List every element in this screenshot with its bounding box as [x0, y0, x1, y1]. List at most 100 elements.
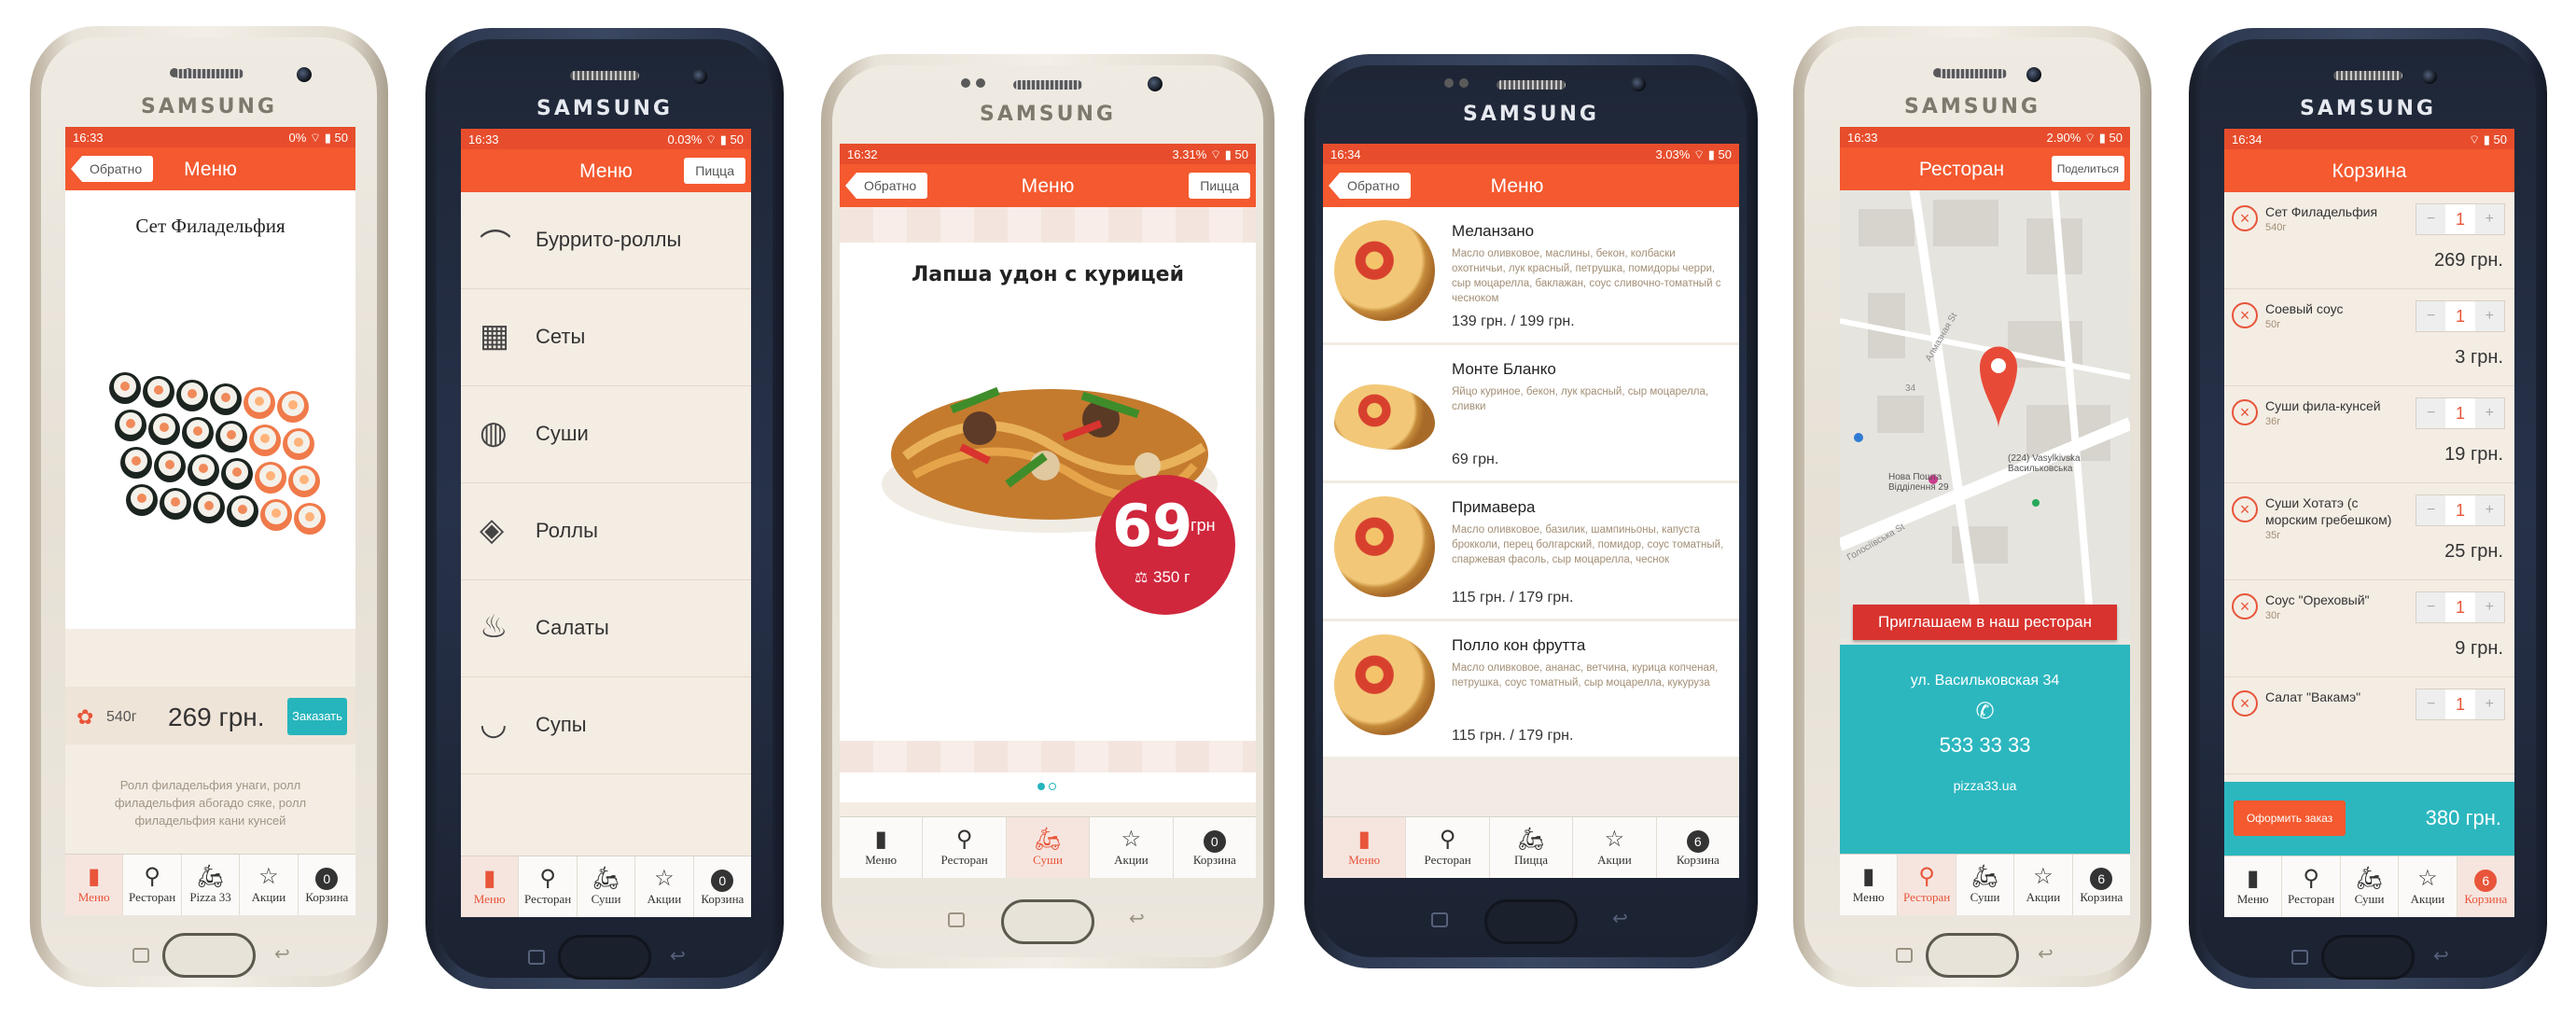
- weight: 350 г: [1153, 568, 1191, 586]
- book-icon: ▮: [874, 828, 887, 852]
- category-item[interactable]: ⌒ Буррито-роллы: [461, 192, 751, 289]
- tab-cart[interactable]: 0 Корзина: [299, 855, 355, 915]
- category-label: Буррито-роллы: [536, 228, 682, 251]
- page-dots[interactable]: [1037, 783, 1058, 792]
- map-label-post: Нова Пошта Відділення 29: [1888, 472, 1949, 493]
- tab-restaurant[interactable]: ⚲ Ресторан: [123, 855, 182, 915]
- scooter-icon: 🛵︎: [2355, 867, 2384, 891]
- tab-promos[interactable]: ☆ Акции: [2399, 856, 2458, 917]
- pizza-button[interactable]: Пицца: [1189, 173, 1250, 199]
- cart-item: × Суши фила-кунсей 36г −1 +19 грн.: [2224, 386, 2514, 483]
- pizza-item[interactable]: Монте Бланко Яйцо куриное, бекон, лук кра…: [1323, 345, 1739, 483]
- site-link[interactable]: pizza33.ua: [1840, 778, 2130, 793]
- category-item[interactable]: ▦ Сеты: [461, 289, 751, 386]
- minus-button[interactable]: −: [2416, 204, 2446, 234]
- remove-icon[interactable]: ×: [2232, 593, 2258, 619]
- category-item[interactable]: ◍ Суши: [461, 386, 751, 483]
- category-item[interactable]: ♨ Салаты: [461, 580, 751, 677]
- remove-icon[interactable]: ×: [2232, 302, 2258, 328]
- remove-icon[interactable]: ×: [2232, 690, 2258, 717]
- star-icon: ☆: [2033, 865, 2054, 889]
- share-button[interactable]: Поделиться: [2051, 156, 2124, 182]
- minus-button[interactable]: −: [2416, 592, 2446, 622]
- tab-menu[interactable]: ▮ Меню: [65, 855, 124, 915]
- plus-button[interactable]: +: [2474, 592, 2504, 622]
- remove-icon[interactable]: ×: [2232, 399, 2258, 425]
- plus-button[interactable]: +: [2474, 495, 2504, 525]
- map[interactable]: [1840, 190, 2130, 638]
- tab-cart[interactable]: 6 Корзина: [2457, 856, 2514, 917]
- tab-menu[interactable]: ▮ Меню: [2224, 856, 2283, 917]
- tab-sushi[interactable]: 🛵︎ Суши: [1956, 855, 2015, 915]
- category-item[interactable]: ◈ Роллы: [461, 483, 751, 580]
- tab-cart[interactable]: 0 Корзина: [1174, 817, 1256, 878]
- remove-icon[interactable]: ×: [2232, 496, 2258, 522]
- tab-promos[interactable]: ☆ Акции: [240, 855, 299, 915]
- minus-button[interactable]: −: [2416, 301, 2446, 331]
- quantity-stepper[interactable]: −1 +: [2416, 689, 2505, 720]
- product-title: Сет Филадельфия: [135, 215, 285, 237]
- tab-promos[interactable]: ☆ Акции: [1573, 817, 1657, 878]
- tab-menu[interactable]: ▮ Меню: [1840, 855, 1899, 915]
- category-label: Роллы: [536, 519, 598, 542]
- tab-promos[interactable]: ☆ Акции: [2014, 855, 2073, 915]
- tab-menu[interactable]: ▮ Меню: [1323, 817, 1407, 878]
- quantity-stepper[interactable]: −1 +: [2416, 397, 2505, 429]
- tab-sushi[interactable]: 🛵︎ Суши: [2341, 856, 2400, 917]
- pizza-price: 115 грн. / 179 грн.: [1452, 590, 1574, 605]
- home-key: [162, 933, 256, 978]
- tab-pizza33[interactable]: 🛵︎ Pizza 33: [182, 855, 241, 915]
- tab-restaurant[interactable]: ⚲ Ресторан: [1406, 817, 1490, 878]
- tab-restaurant[interactable]: ⚲ Ресторан: [519, 856, 578, 917]
- category-list: ⌒ Буррито-роллы ▦ Сеты ◍ Суши ◈ Роллы ♨ Салаты ◡ Су…: [461, 192, 751, 774]
- quantity-stepper[interactable]: −1 +: [2416, 203, 2505, 235]
- phone-6: SAMSUNG 16:34 ⌔ ▮ 50 Корзина × Сет Филадел…: [2189, 28, 2547, 989]
- category-label: Салаты: [536, 616, 609, 639]
- pizza-item[interactable]: Примавера Масло оливковое, базилик, шампи…: [1323, 483, 1739, 621]
- plus-button[interactable]: +: [2474, 301, 2504, 331]
- tab-sushi[interactable]: 🛵︎ Суши: [578, 856, 636, 917]
- scooter-icon: 🛵︎: [592, 867, 620, 891]
- tab-promos[interactable]: ☆ Акции: [1090, 817, 1174, 878]
- plus-button[interactable]: +: [2474, 398, 2504, 428]
- tab-promos[interactable]: ☆ Акции: [635, 856, 694, 917]
- checkout-button[interactable]: Оформить заказ: [2234, 800, 2346, 836]
- tab-menu[interactable]: ▮ Меню: [461, 856, 520, 917]
- remove-icon[interactable]: ×: [2232, 205, 2258, 231]
- tab-restaurant[interactable]: ⚲ Ресторан: [2282, 856, 2341, 917]
- minus-button[interactable]: −: [2416, 689, 2446, 719]
- tab-cart[interactable]: 6 Корзина: [2073, 855, 2130, 915]
- page-title: Меню: [1490, 175, 1544, 197]
- phone-5: SAMSUNG 16:33 2.90% ⌔ ▮ 50 Ресторан Подел…: [1793, 26, 2151, 987]
- tab-cart[interactable]: 6 Корзина: [1657, 817, 1739, 878]
- tab-menu[interactable]: ▮ Меню: [840, 817, 924, 878]
- tab-restaurant[interactable]: ⚲ Ресторан: [923, 817, 1007, 878]
- home-key: [558, 935, 651, 980]
- order-button[interactable]: Заказать: [287, 698, 347, 735]
- tab-pizza[interactable]: 🛵︎ Пицца: [1490, 817, 1574, 878]
- location-pin-icon: ⚲: [1918, 865, 1935, 889]
- quantity-stepper[interactable]: −1 +: [2416, 592, 2505, 623]
- tab-cart[interactable]: 0 Корзина: [694, 856, 751, 917]
- pizza-description: Масло оливковое, базилик, шампиньоны, ка…: [1452, 524, 1724, 565]
- tab-restaurant[interactable]: ⚲ Ресторан: [1898, 855, 1956, 915]
- phone-number[interactable]: 533 33 33: [1840, 733, 2130, 758]
- quantity-stepper[interactable]: −1 +: [2416, 300, 2505, 332]
- pizza-button[interactable]: Пицца: [684, 158, 745, 184]
- plus-button[interactable]: +: [2474, 204, 2504, 234]
- pizza-item[interactable]: Полло кон фрутта Масло оливковое, ананас,…: [1323, 621, 1739, 759]
- category-item[interactable]: ◡ Супы: [461, 677, 751, 774]
- minus-button[interactable]: −: [2416, 495, 2446, 525]
- pizza-item[interactable]: Меланзано Масло оливковое, маслины, бекон…: [1323, 207, 1739, 345]
- phone-2: SAMSUNG 16:33 0.03% ⌔ ▮ 50 Меню Пицца ⌒ Бу…: [425, 28, 784, 989]
- tab-sushi[interactable]: 🛵︎ Суши: [1006, 817, 1091, 878]
- minus-button[interactable]: −: [2416, 398, 2446, 428]
- plus-button[interactable]: +: [2474, 689, 2504, 719]
- pizza-image: [1334, 384, 1435, 450]
- cart-item-weight: 50г: [2265, 319, 2281, 330]
- star-icon: ☆: [1121, 828, 1142, 852]
- page-title: Меню: [184, 159, 237, 180]
- map-label-metro: (224) Vasylkivska Васильковська: [2008, 453, 2081, 474]
- quantity-stepper[interactable]: −1 +: [2416, 494, 2505, 526]
- pizza-description: Яйцо куриное, бекон, лук красный, сыр мо…: [1452, 386, 1709, 412]
